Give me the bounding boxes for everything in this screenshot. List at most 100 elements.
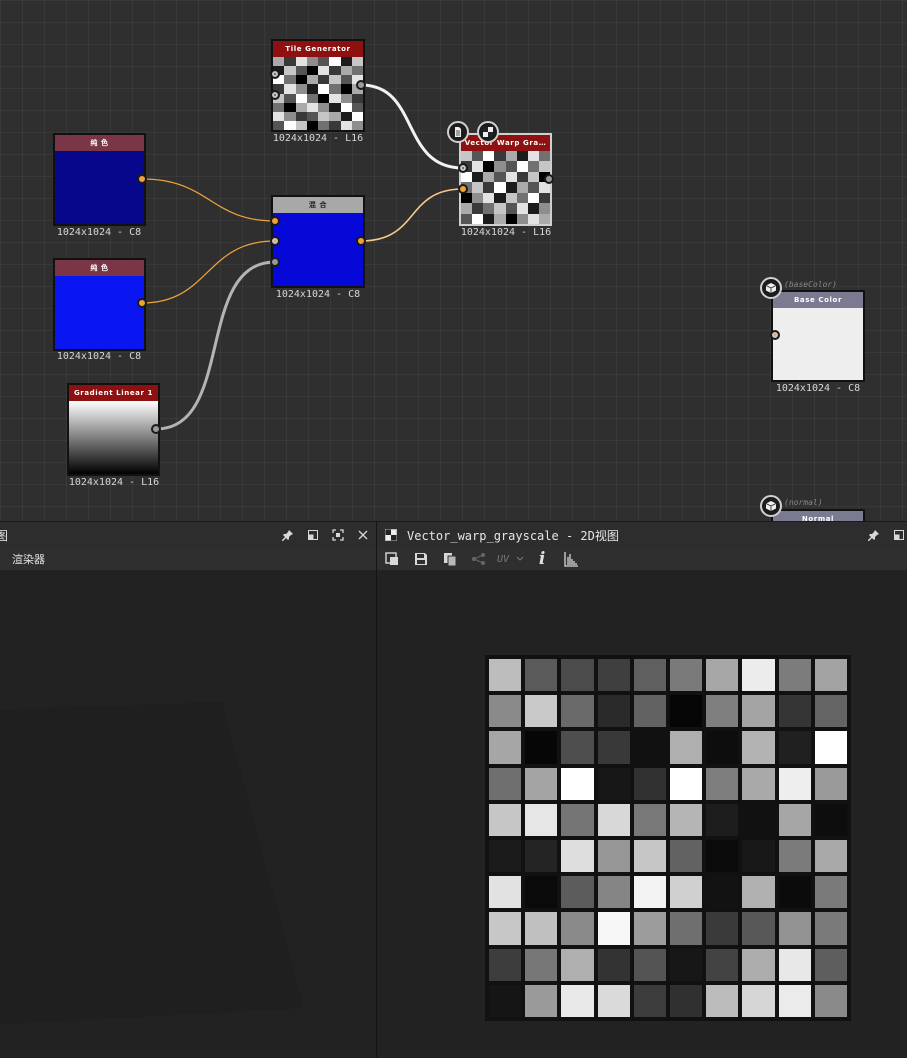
panel-header: 图 (0, 521, 376, 549)
texture-cell (527, 192, 539, 204)
renderer-menu[interactable]: 渲染器 (12, 551, 45, 567)
node-title: 纯 色 (55, 260, 144, 276)
texture-cell (523, 801, 560, 838)
node-title: Base Color (773, 292, 863, 308)
texture-cell (595, 801, 632, 838)
texture-cell (704, 838, 741, 875)
texture-cell (318, 120, 330, 130)
2d-viewport[interactable] (377, 570, 907, 1058)
texture-cell (351, 102, 363, 112)
texture-cell (776, 729, 813, 766)
texture-cell (740, 946, 777, 983)
texture-cell (494, 151, 506, 162)
node-thumbnail (55, 276, 144, 349)
wire-gradient-to-blend (155, 260, 276, 431)
3d-viewport[interactable] (0, 570, 376, 1058)
texture-cell (472, 203, 484, 214)
texture-preview (485, 655, 851, 1021)
texture-cell (595, 693, 632, 730)
output-port[interactable] (356, 236, 366, 246)
texture-cell (318, 111, 330, 121)
texture-cell (559, 657, 596, 694)
node-thumbnail (273, 57, 363, 130)
share-icon[interactable] (468, 549, 490, 569)
texture-cell (527, 203, 539, 214)
input-port[interactable] (270, 257, 280, 267)
info-icon[interactable]: i (531, 549, 553, 569)
output-port[interactable] (137, 174, 147, 184)
texture-cell (284, 111, 296, 121)
document-icon[interactable] (447, 121, 469, 143)
texture-cell (284, 102, 296, 112)
cube-icon[interactable] (760, 277, 782, 299)
texture-cell (340, 66, 352, 76)
texture-cell (483, 182, 495, 193)
texture-cell (273, 102, 285, 112)
copy-icon[interactable] (439, 549, 461, 569)
close-icon[interactable] (355, 527, 371, 543)
output-port[interactable] (356, 80, 366, 90)
texture-cell (523, 729, 560, 766)
output-identifier: (baseColor) (784, 280, 837, 289)
texture-cell (740, 729, 777, 766)
texture-cell (704, 946, 741, 983)
input-port[interactable] (270, 69, 280, 79)
texture-cell (668, 765, 705, 802)
input-port[interactable] (770, 330, 780, 340)
texture-cell (487, 801, 524, 838)
texture-cell (595, 946, 632, 983)
texture-cell (483, 203, 495, 214)
texture-cell (329, 75, 341, 85)
input-port[interactable] (270, 216, 280, 226)
maximize-icon[interactable] (330, 527, 346, 543)
texture-cell (295, 120, 307, 130)
node-caption: 1024x1024 - C8 (775, 383, 861, 394)
output-port[interactable] (544, 174, 554, 184)
pin-icon[interactable] (866, 527, 882, 543)
texture-cell (306, 111, 318, 121)
texture-cell (318, 102, 330, 112)
texture-cell (295, 93, 307, 103)
pin-icon[interactable] (280, 527, 296, 543)
texture-cell (487, 874, 524, 911)
histogram-icon[interactable] (560, 549, 582, 569)
save-icon[interactable] (410, 549, 432, 569)
node-thumbnail (69, 401, 158, 474)
input-port[interactable] (270, 236, 280, 246)
node-title: Vector Warp Gra… (461, 135, 550, 151)
texture-cell (295, 66, 307, 76)
float-window-icon[interactable] (891, 527, 907, 543)
chevron-down-icon (516, 556, 524, 561)
fit-view-icon[interactable] (381, 549, 403, 569)
texture-cell (523, 946, 560, 983)
input-port[interactable] (270, 90, 280, 100)
texture-cell (329, 84, 341, 94)
checker-icon[interactable] (477, 121, 499, 143)
output-port[interactable] (151, 424, 161, 434)
texture-cell (812, 801, 849, 838)
output-port[interactable] (137, 298, 147, 308)
texture-cell (523, 693, 560, 730)
texture-cell (306, 75, 318, 85)
texture-cell (318, 84, 330, 94)
node-caption: 1024x1024 - C8 (56, 351, 142, 362)
node-graph-canvas[interactable]: 纯 色 1024x1024 - C8 纯 色 1024x1024 - C8 Gr… (0, 0, 907, 521)
texture-cell (776, 874, 813, 911)
texture-cell (776, 801, 813, 838)
3d-view-panel: 图 渲染器 (0, 521, 377, 1058)
cube-icon[interactable] (760, 495, 782, 517)
texture-cell (284, 120, 296, 130)
float-window-icon[interactable] (305, 527, 321, 543)
input-port[interactable] (458, 163, 468, 173)
texture-cell (306, 66, 318, 76)
texture-cell (505, 203, 517, 214)
texture-cell (668, 729, 705, 766)
texture-cell (318, 93, 330, 103)
input-port[interactable] (458, 184, 468, 194)
texture-cell (740, 657, 777, 694)
uv-mode-selector[interactable]: UV (497, 554, 525, 565)
texture-cell (523, 765, 560, 802)
texture-cell (538, 203, 550, 214)
texture-cell (295, 111, 307, 121)
texture-cell (472, 213, 484, 224)
